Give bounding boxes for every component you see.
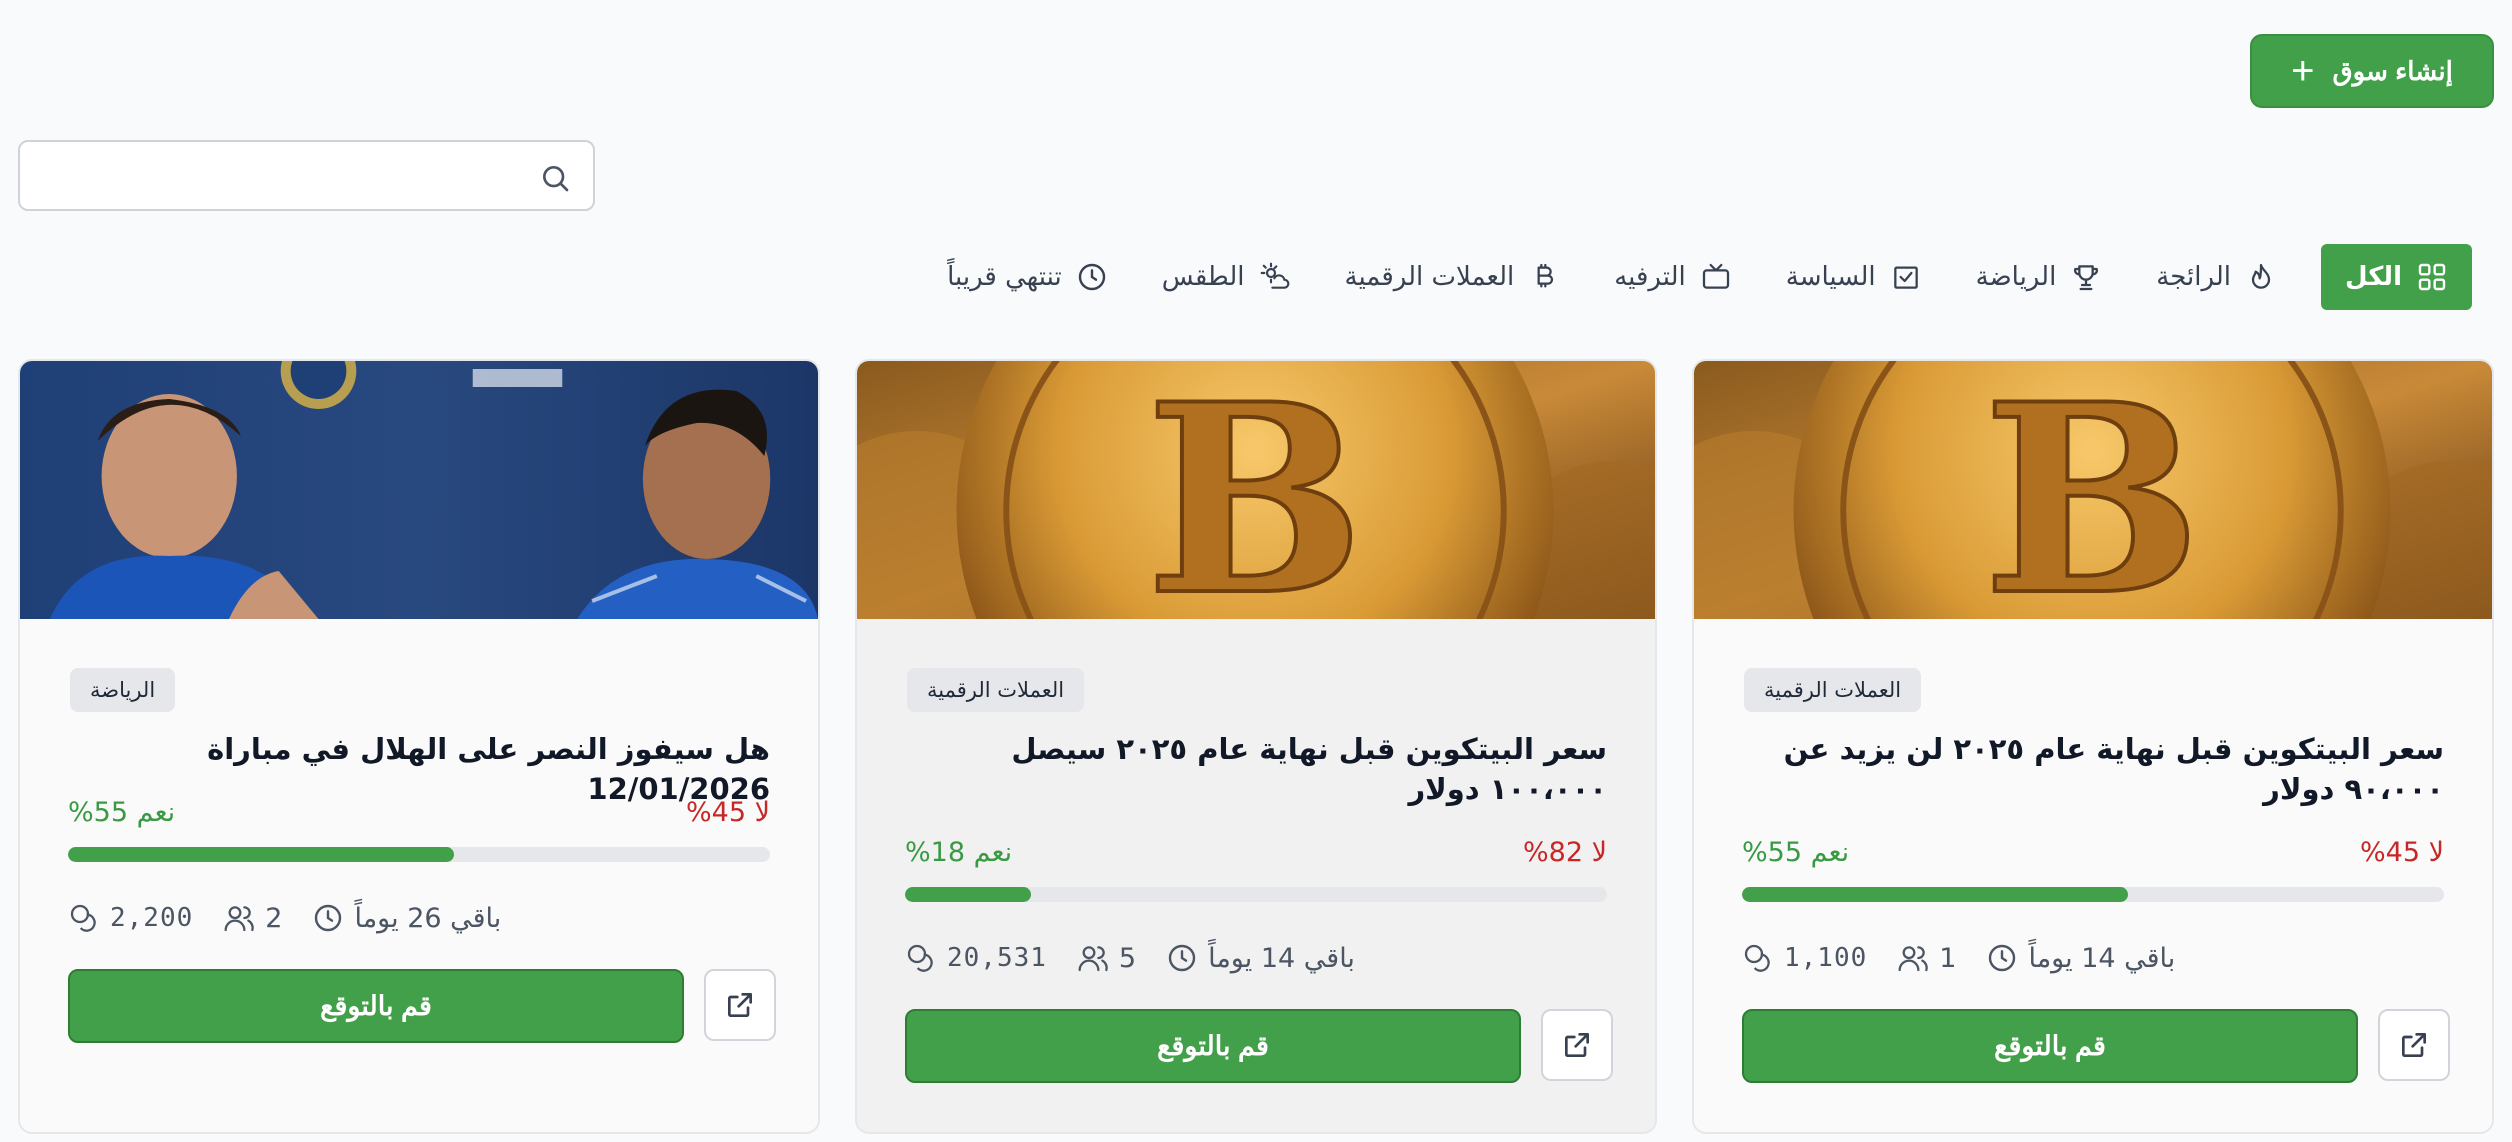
volume-stat: 1,100 xyxy=(1742,942,1867,974)
filter-sports[interactable]: الرياضة xyxy=(1966,244,2113,310)
clock-icon xyxy=(1168,944,1196,972)
odds-bar-fill xyxy=(1742,887,2129,902)
filter-ending-soon[interactable]: تنتهي قريباً xyxy=(937,244,1118,310)
market-title: سعر البيتكوين قبل نهاية عام ٢٠٢٥ لن يزيد… xyxy=(1783,732,2444,806)
predict-button[interactable]: قم بالتوقع xyxy=(68,969,684,1043)
svg-text:B: B xyxy=(1146,361,1365,619)
time-left-value: باقي 14 يوماً xyxy=(2028,942,2176,974)
filter-entertainment[interactable]: الترفيه xyxy=(1604,244,1742,310)
time-left-value: باقي 14 يوماً xyxy=(1208,942,1355,974)
create-market-label: إنشاء سوق xyxy=(2332,55,2453,86)
filter-label: تنتهي قريباً xyxy=(947,262,1062,292)
filter-label: الترفيه xyxy=(1614,262,1686,292)
filter-label: الرائجة xyxy=(2156,262,2231,292)
share-button[interactable] xyxy=(2378,1009,2450,1081)
filter-label: السياسة xyxy=(1785,262,1876,292)
odds-bar-fill xyxy=(905,887,1032,902)
time-left-stat: باقي 26 يوماً xyxy=(312,902,501,934)
users-icon xyxy=(1078,946,1108,972)
market-image xyxy=(20,361,818,619)
share-button[interactable] xyxy=(704,969,776,1041)
yes-percent: نعم 18% xyxy=(905,836,1013,868)
participants-value: 1 xyxy=(1939,942,1957,974)
market-stats: 1,100 1 باقي 14 يوماً xyxy=(1742,937,2175,979)
participants-stat: 2 xyxy=(223,902,282,934)
coins-icon xyxy=(1744,944,1770,972)
odds-bar xyxy=(905,887,1607,902)
category-badge: العملات الرقمية xyxy=(907,668,1085,712)
filter-label: الرياضة xyxy=(1975,262,2057,292)
plus-icon: + xyxy=(2291,49,2315,93)
market-card[interactable]: B العملات الرقمية سعر البيتكوين قبل نهاي… xyxy=(1692,359,2494,1134)
market-title: سعر البيتكوين قبل نهاية عام ٢٠٢٥ سيصل ١٠… xyxy=(1011,732,1607,806)
trophy-icon xyxy=(2074,265,2099,291)
category-filters: تنتهي قريباً الطقس العملات الرقمية الترف… xyxy=(937,244,2472,310)
filter-weather[interactable]: الطقس xyxy=(1152,244,1301,310)
odds-bar xyxy=(68,847,770,862)
odds-row: نعم 18% لا 82% xyxy=(905,832,1607,872)
market-image: B xyxy=(857,361,1655,619)
market-image: B xyxy=(1694,361,2492,619)
search-icon xyxy=(543,166,569,192)
flame-icon xyxy=(2251,263,2271,289)
volume-value: 2,200 xyxy=(110,903,194,933)
ballot-icon xyxy=(1893,266,1918,289)
participants-value: 2 xyxy=(265,902,283,934)
odds-row: نعم 55% لا 45% xyxy=(68,792,770,832)
weather-icon xyxy=(1260,262,1289,289)
external-link-icon xyxy=(1565,1033,1589,1057)
no-percent: لا 45% xyxy=(686,796,770,828)
share-button[interactable] xyxy=(1541,1009,1613,1081)
odds-bar xyxy=(1742,887,2444,902)
filter-label: الكل xyxy=(2344,262,2402,292)
filter-trending[interactable]: الرائجة xyxy=(2146,244,2287,310)
users-icon xyxy=(224,906,255,932)
volume-stat: 20,531 xyxy=(905,942,1047,974)
odds-bar-fill xyxy=(68,847,455,862)
volume-stat: 2,200 xyxy=(68,902,193,934)
filter-label: العملات الرقمية xyxy=(1344,262,1515,292)
tv-icon xyxy=(1702,263,1729,289)
predict-button[interactable]: قم بالتوقع xyxy=(1742,1009,2358,1083)
clock-icon xyxy=(315,904,342,932)
yes-percent: نعم 55% xyxy=(1742,836,1850,868)
yes-percent: نعم 55% xyxy=(68,796,176,828)
external-link-icon xyxy=(2402,1033,2426,1057)
volume-value: 1,100 xyxy=(1784,943,1868,973)
odds-row: نعم 55% لا 45% xyxy=(1742,832,2444,872)
category-badge: الرياضة xyxy=(70,668,176,712)
search-input[interactable] xyxy=(36,152,516,200)
coins-icon xyxy=(70,904,96,932)
no-percent: لا 45% xyxy=(2360,836,2444,868)
filter-all[interactable]: الكل xyxy=(2320,244,2472,310)
time-left-stat: باقي 14 يوماً xyxy=(1986,942,2175,974)
no-percent: لا 82% xyxy=(1523,836,1607,868)
time-left-stat: باقي 14 يوماً xyxy=(1166,942,1355,974)
create-market-button[interactable]: إنشاء سوق + xyxy=(2250,34,2494,108)
filter-politics[interactable]: السياسة xyxy=(1776,244,1932,310)
participants-value: 5 xyxy=(1118,942,1137,974)
search-box[interactable] xyxy=(18,140,595,211)
volume-value: 20,531 xyxy=(947,943,1047,973)
predict-button[interactable]: قم بالتوقع xyxy=(905,1009,1521,1083)
market-card[interactable]: الرياضة هل سيفوز النصر على الهلال في مبا… xyxy=(18,359,820,1134)
participants-stat: 5 xyxy=(1077,942,1136,974)
market-stats: 20,531 5 باقي 14 يوماً xyxy=(905,937,1355,979)
bitcoin-icon xyxy=(1537,263,1554,288)
grid-icon xyxy=(2418,263,2446,291)
participants-stat: 1 xyxy=(1897,942,1956,974)
clock-icon xyxy=(1078,263,1105,291)
market-stats: 2,200 2 باقي 26 يوماً xyxy=(68,897,501,939)
time-left-value: باقي 26 يوماً xyxy=(354,902,502,934)
external-link-icon xyxy=(728,993,752,1017)
category-badge: العملات الرقمية xyxy=(1744,668,1922,712)
filter-crypto[interactable]: العملات الرقمية xyxy=(1335,244,1571,310)
coins-icon xyxy=(907,944,933,972)
svg-text:B: B xyxy=(1983,361,2202,619)
users-icon xyxy=(1898,946,1929,972)
filter-label: الطقس xyxy=(1161,262,1245,292)
clock-icon xyxy=(1989,944,2016,972)
market-card[interactable]: B العملات الرقمية سعر البيتكوين قبل نهاي… xyxy=(855,359,1657,1134)
